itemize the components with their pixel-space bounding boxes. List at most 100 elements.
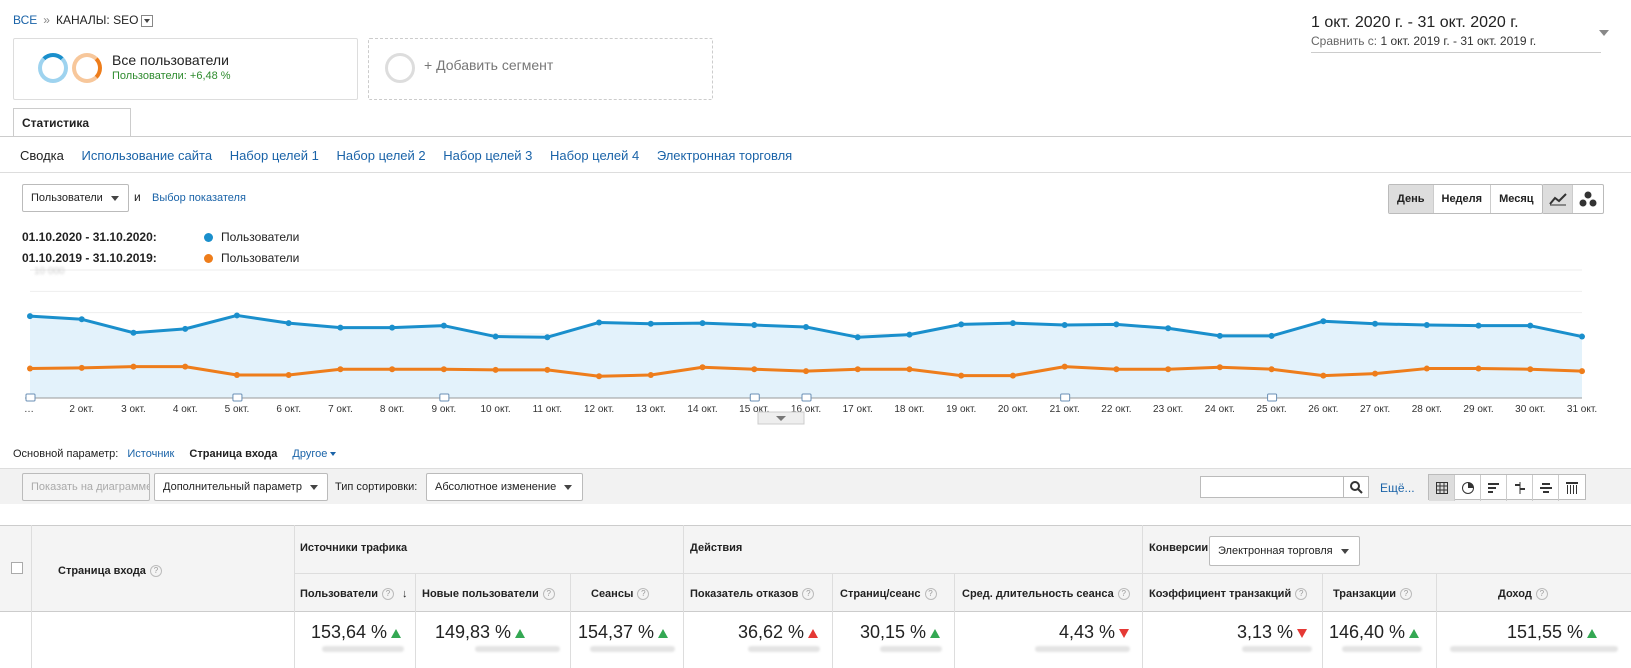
help-icon[interactable]: ? <box>1535 588 1548 601</box>
help-icon[interactable]: ? <box>1400 588 1413 601</box>
data-point <box>337 366 344 373</box>
dimension-header[interactable]: Страница входа? <box>58 565 162 578</box>
col-new-users[interactable]: Новые пользователи? <box>422 588 555 601</box>
dimension-other-link[interactable]: Другое <box>292 448 327 460</box>
data-point <box>596 319 603 326</box>
help-icon[interactable]: ? <box>802 588 815 601</box>
data-point <box>1009 320 1016 327</box>
segment-ring-icon-blue <box>38 53 68 83</box>
dimension-source-link[interactable]: Источник <box>127 448 174 460</box>
help-icon[interactable]: ? <box>382 588 395 601</box>
subtab-goals-2[interactable]: Набор целей 2 <box>336 148 425 163</box>
sort-desc-arrow-icon[interactable]: ↓ <box>402 588 408 600</box>
bar-view-icon[interactable] <box>1481 475 1507 501</box>
search-button[interactable] <box>1343 476 1369 498</box>
data-point <box>647 320 654 327</box>
data-point <box>337 324 344 331</box>
add-segment-button[interactable]: + Добавить сегмент <box>368 38 713 100</box>
y-tick-label: 10 000 <box>34 266 65 277</box>
breadcrumb-all-link[interactable]: ВСЕ <box>13 13 37 27</box>
col-avg-session-duration-label: Сред. длительность сеанса <box>962 588 1114 600</box>
data-point <box>803 323 809 330</box>
subtab-summary[interactable]: Сводка <box>20 148 64 163</box>
subtabs-divider <box>0 172 1631 173</box>
data-point <box>751 322 758 329</box>
more-link[interactable]: Ещё... <box>1380 481 1415 495</box>
breadcrumb-dropdown-icon[interactable] <box>141 14 154 27</box>
comparison-view-icon[interactable] <box>1507 475 1533 501</box>
dimension-landing-active[interactable]: Страница входа <box>189 448 277 460</box>
segment-all-users[interactable]: Все пользователи Пользователи: +6,48 % <box>13 38 358 100</box>
term-cloud-view-icon[interactable] <box>1533 475 1559 501</box>
help-icon[interactable]: ? <box>637 588 650 601</box>
blurred-value <box>748 646 820 652</box>
col-users[interactable]: Пользователи? ↓ <box>300 588 408 601</box>
data-point <box>389 366 396 373</box>
data-point <box>1423 322 1430 329</box>
col-pages-per-session-label: Страниц/сеанс <box>840 588 921 600</box>
metric-select[interactable]: Пользователи <box>22 184 129 212</box>
help-icon[interactable]: ? <box>1295 588 1308 601</box>
total-pages-per-session-value: 30,15 % <box>860 622 927 642</box>
col-revenue[interactable]: Доход? <box>1498 588 1548 601</box>
subtab-site-usage[interactable]: Использование сайта <box>82 148 213 163</box>
total-new-users-value: 149,83 % <box>435 622 512 642</box>
col-transaction-rate-label: Коэффициент транзакций <box>1149 588 1292 600</box>
subtab-ecommerce[interactable]: Электронная торговля <box>657 148 792 163</box>
week-button[interactable]: Неделя <box>1434 185 1492 213</box>
annotation-marker-icon <box>749 393 760 402</box>
data-point <box>1061 322 1068 329</box>
show-on-chart-button[interactable]: Показать на диаграмме <box>22 473 150 501</box>
month-button[interactable]: Месяц <box>1491 185 1541 213</box>
x-tick-label: 31 окт. <box>1567 404 1597 415</box>
data-point <box>130 363 137 370</box>
date-range-picker[interactable]: 1 окт. 2020 г. - 31 окт. 2020 г. Сравнит… <box>1311 14 1601 53</box>
subtab-goals-3[interactable]: Набор целей 3 <box>443 148 532 163</box>
subtab-goals-4[interactable]: Набор целей 4 <box>550 148 639 163</box>
pie-view-icon[interactable] <box>1455 475 1481 501</box>
date-range-chevron-down-icon[interactable] <box>1599 30 1609 36</box>
sort-type-value: Абсолютное изменение <box>435 481 557 493</box>
help-icon[interactable]: ? <box>1117 588 1130 601</box>
select-all-checkbox[interactable] <box>11 562 23 574</box>
data-point <box>647 371 654 378</box>
choose-metric-link[interactable]: Выбор показателя <box>152 192 246 204</box>
col-sessions[interactable]: Сеансы? <box>591 588 650 601</box>
data-point <box>854 334 861 341</box>
col-divider <box>415 574 416 668</box>
secondary-dimension-select[interactable]: Дополнительный параметр <box>154 473 328 501</box>
x-tick-label: 17 окт. <box>843 404 873 415</box>
x-tick-label: 28 окт. <box>1412 404 1442 415</box>
blurred-value <box>322 646 404 652</box>
help-icon[interactable]: ? <box>149 565 162 578</box>
help-icon[interactable]: ? <box>924 588 937 601</box>
total-avg-session-duration: 4,43 % <box>1059 622 1130 643</box>
data-point <box>1372 320 1379 327</box>
col-divider <box>683 525 684 668</box>
col-bounce-rate-label: Показатель отказов <box>690 588 799 600</box>
pivot-view-icon[interactable] <box>1559 475 1585 501</box>
day-button[interactable]: День <box>1389 185 1434 213</box>
col-bounce-rate[interactable]: Показатель отказов? <box>690 588 815 601</box>
total-sessions: 154,37 % <box>578 622 669 643</box>
subtab-goals-1[interactable]: Набор целей 1 <box>230 148 319 163</box>
x-tick-label: 10 окт. <box>480 404 510 415</box>
col-avg-session-duration[interactable]: Сред. длительность сеанса? <box>962 588 1130 601</box>
conversion-type-select[interactable]: Электронная торговля <box>1209 536 1360 566</box>
sort-type-select[interactable]: Абсолютное изменение <box>426 473 583 501</box>
col-transactions[interactable]: Транзакции? <box>1333 588 1413 601</box>
table-view-icon[interactable] <box>1429 475 1455 501</box>
col-transaction-rate[interactable]: Коэффициент транзакций? <box>1149 588 1308 601</box>
line-chart-icon[interactable] <box>1543 185 1573 213</box>
motion-chart-icon[interactable] <box>1573 185 1603 213</box>
x-tick-label: 18 окт. <box>894 404 924 415</box>
table-search-input[interactable] <box>1200 476 1344 498</box>
data-point <box>440 322 447 329</box>
help-icon[interactable]: ? <box>542 588 555 601</box>
breadcrumb-separator: » <box>43 13 50 27</box>
col-divider <box>570 574 571 668</box>
x-tick-label: 14 окт. <box>687 404 717 415</box>
col-pages-per-session[interactable]: Страниц/сеанс? <box>840 588 937 601</box>
legend-series-1: Пользователи <box>221 230 300 244</box>
tab-statistics[interactable]: Статистика <box>13 108 131 136</box>
